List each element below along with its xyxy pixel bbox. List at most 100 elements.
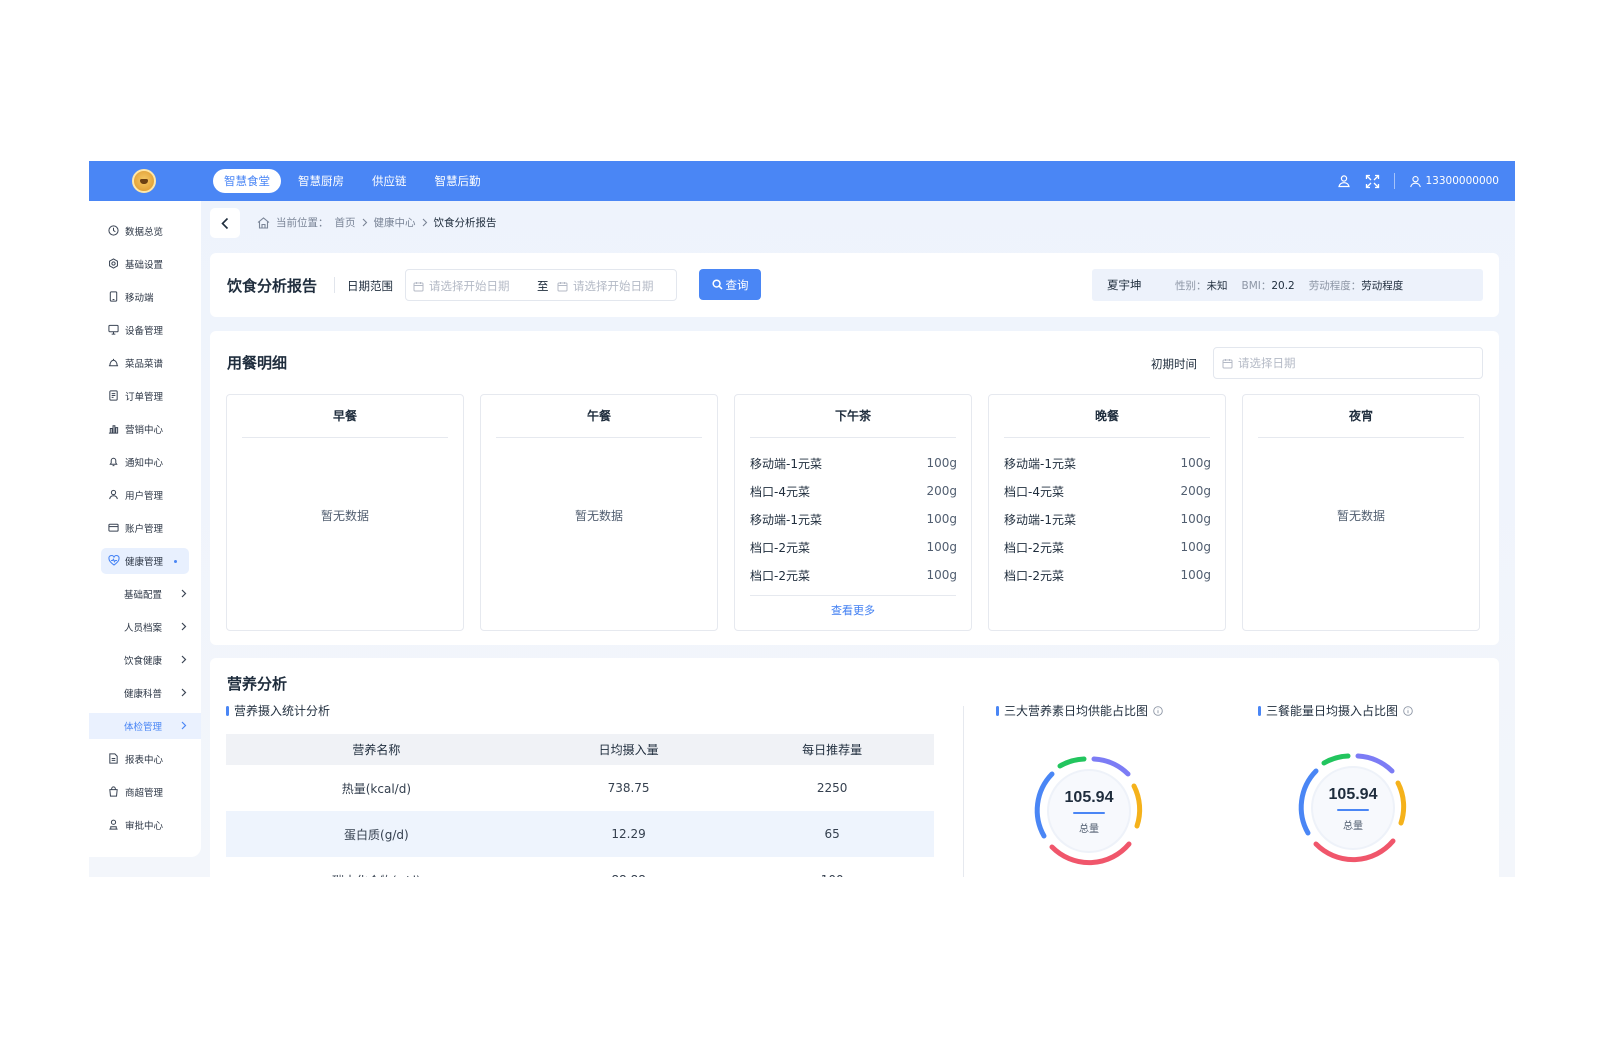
query-button-label: 查询 <box>725 277 749 292</box>
sidebar-sub-label: 健康科普 <box>124 689 163 700</box>
column-header: 每日推荐量 <box>730 734 934 765</box>
back-button[interactable] <box>210 208 240 238</box>
date-range-picker[interactable]: 请选择开始日期 至 请选择开始日期 <box>405 269 677 301</box>
list-item: 移动端-1元菜 100g <box>1004 449 1211 477</box>
account-phone: 13300000000 <box>1425 175 1500 187</box>
dish-icon <box>108 357 120 369</box>
sidebar-sub-diet-health[interactable]: 饮食健康 <box>89 647 201 673</box>
sidebar-item-label: 健康管理 <box>125 557 164 568</box>
bmi-label: BMI： <box>1241 279 1272 292</box>
gender-value: 未知 <box>1206 279 1228 292</box>
top-tab-smart-kitchen[interactable]: 智慧厨房 <box>287 169 355 193</box>
table-subtitle-text: 营养摄入统计分析 <box>234 704 331 718</box>
end-date-placeholder: 请选择开始日期 <box>573 279 654 293</box>
dish-name: 移动端-1元菜 <box>1004 512 1076 527</box>
donut-accent-line <box>1337 809 1369 811</box>
sidebar-item-reports[interactable]: 报表中心 <box>101 746 189 772</box>
order-icon <box>108 390 120 402</box>
end-date-field[interactable]: 请选择开始日期 <box>557 278 654 294</box>
sidebar-item-users[interactable]: 用户管理 <box>101 482 189 508</box>
sidebar-item-basic-settings[interactable]: 基础设置 <box>101 251 189 277</box>
energy-share-donut: 105.94 总量 <box>1024 746 1154 876</box>
chevron-right-icon <box>362 218 367 227</box>
sidebar-sub-checkup[interactable]: 体检管理 <box>89 713 201 739</box>
heart-icon <box>108 555 120 567</box>
section-title: 营养分析 <box>227 675 288 693</box>
empty-text: 暂无数据 <box>1336 509 1385 523</box>
person-name: 夏宇坤 <box>1107 278 1142 292</box>
top-tab-logistics[interactable]: 智慧后勤 <box>424 169 492 193</box>
breadcrumb-health-center[interactable]: 健康中心 <box>374 215 416 230</box>
start-date-field[interactable]: 请选择开始日期 <box>413 278 510 294</box>
sidebar-sub-basic-config[interactable]: 基础配置 <box>89 581 201 607</box>
sidebar-item-label: 基础设置 <box>125 260 164 271</box>
donut2-title: 三餐能量日均摄入占比图 <box>1258 702 1413 719</box>
date-picker[interactable]: 请选择日期 <box>1213 347 1483 379</box>
sidebar: 数据总览 基础设置 移动端 设备管理 菜品菜谱 订单管理 营销中心 通知中心 用… <box>89 201 201 857</box>
list-item: 档口-2元菜 100g <box>750 533 957 561</box>
breadcrumb-prefix: 当前位置： <box>276 217 329 229</box>
table-cell: 65 <box>730 811 934 857</box>
top-tab-smart-canteen[interactable]: 智慧食堂 <box>213 169 281 193</box>
sidebar-item-health[interactable]: 健康管理 <box>101 548 189 574</box>
donut-total-value: 105.94 <box>1328 786 1378 803</box>
view-more-link[interactable]: 查看更多 <box>735 602 971 618</box>
dish-weight: 200g <box>1180 484 1211 498</box>
sidebar-item-data-overview[interactable]: 数据总览 <box>101 218 189 244</box>
sidebar-item-dishes[interactable]: 菜品菜谱 <box>101 350 189 376</box>
sidebar-sub-label: 体检管理 <box>124 722 163 733</box>
user-icon[interactable] <box>1337 174 1351 188</box>
meal-title: 午餐 <box>496 395 702 438</box>
sidebar-item-orders[interactable]: 订单管理 <box>101 383 189 409</box>
breadcrumb-home[interactable]: 首页 <box>335 215 356 230</box>
fullscreen-icon[interactable] <box>1365 174 1380 189</box>
list-item: 档口-4元菜 200g <box>750 477 957 505</box>
meal-title: 早餐 <box>242 395 448 438</box>
sidebar-sub-personnel[interactable]: 人员档案 <box>89 614 201 640</box>
sidebar-item-shop[interactable]: 商超管理 <box>101 779 189 805</box>
user-icon <box>108 489 120 501</box>
report-icon <box>108 753 120 765</box>
sidebar-item-notifications[interactable]: 通知中心 <box>101 449 189 475</box>
table-cell: 88.88 <box>527 857 731 877</box>
sidebar-item-marketing[interactable]: 营销中心 <box>101 416 189 442</box>
sidebar-item-device[interactable]: 设备管理 <box>101 317 189 343</box>
chevron-right-icon <box>181 655 187 664</box>
app-window: 智慧食堂 智慧厨房 供应链 智慧后勤 13300000000 数据总览 基础设置… <box>89 161 1515 877</box>
top-bar: 智慧食堂 智慧厨房 供应链 智慧后勤 13300000000 <box>89 161 1515 201</box>
active-dot <box>174 560 177 563</box>
query-button[interactable]: 查询 <box>699 269 761 300</box>
sidebar-item-label: 数据总览 <box>125 227 164 238</box>
info-icon[interactable] <box>1153 705 1163 716</box>
divider <box>963 706 964 877</box>
labor-label: 劳动程度： <box>1308 279 1362 292</box>
sidebar-item-mobile[interactable]: 移动端 <box>101 284 189 310</box>
dish-weight: 100g <box>926 568 957 582</box>
search-icon <box>711 279 723 290</box>
table-cell: 12.29 <box>526 811 731 857</box>
calendar-icon <box>1222 358 1233 368</box>
nutrition-card: 营养分析 营养摄入统计分析 营养名称 日均摄入量 每日推荐量 热量(kcal/d… <box>210 658 1499 877</box>
empty-text: 暂无数据 <box>320 509 369 523</box>
account-menu[interactable]: 13300000000 <box>1409 175 1500 188</box>
sidebar-item-label: 通知中心 <box>125 458 164 469</box>
sidebar-sub-health-science[interactable]: 健康科普 <box>89 680 201 706</box>
range-separator: 至 <box>537 279 549 293</box>
info-icon[interactable] <box>1403 705 1413 716</box>
bell-icon <box>108 456 120 468</box>
top-tab-supply-chain[interactable]: 供应链 <box>361 169 418 193</box>
dish-name: 移动端-1元菜 <box>750 456 822 471</box>
gender-label: 性别： <box>1175 279 1207 292</box>
dish-name: 移动端-1元菜 <box>1004 456 1076 471</box>
sidebar-item-approval[interactable]: 审批中心 <box>101 812 189 838</box>
breadcrumb: 当前位置： 首页 健康中心 饮食分析报告 <box>257 215 497 230</box>
dish-weight: 100g <box>1180 456 1211 470</box>
sidebar-item-label: 商超管理 <box>125 788 164 799</box>
labor-value: 劳动程度 <box>1361 279 1404 292</box>
list-item: 移动端-1元菜 100g <box>750 449 957 477</box>
dish-name: 移动端-1元菜 <box>750 512 822 527</box>
sidebar-item-accounts[interactable]: 账户管理 <box>101 515 189 541</box>
list-item: 移动端-1元菜 100g <box>750 505 957 533</box>
calendar-icon <box>413 281 424 291</box>
donut-total-caption: 总量 <box>1343 821 1363 832</box>
